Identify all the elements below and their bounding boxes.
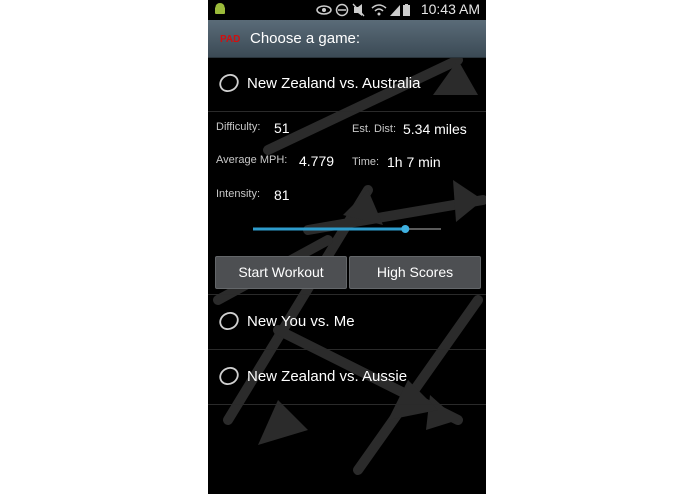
nfc-icon [335,3,349,17]
high-scores-button[interactable]: High Scores [349,256,481,289]
game-option-new-zealand-vs-australia[interactable]: New Zealand vs. Australia [208,57,486,112]
svg-text:PAD: PAD [220,34,240,44]
difficulty-value: 51 [274,120,290,136]
eye-icon [316,5,332,15]
phone-screen: 10:43 AM PAD Choose a game: New Zealand … [208,0,486,494]
intensity-value: 81 [274,187,290,203]
android-icon [215,3,225,14]
radio-circle-icon[interactable] [219,366,239,386]
slider-thumb[interactable] [401,225,410,233]
radio-circle-icon[interactable] [219,73,239,93]
app-logo: PAD [220,34,240,44]
difficulty-label: Difficulty: [216,121,261,133]
status-icons [316,3,410,17]
game-option-label: New Zealand vs. Aussie [247,368,408,385]
start-workout-button[interactable]: Start Workout [215,256,347,289]
game-option-label: New You vs. Me [247,313,355,330]
time-value: 1h 7 min [387,154,441,170]
mute-icon [352,3,365,17]
game-option-new-zealand-vs-aussie[interactable]: New Zealand vs. Aussie [208,350,486,405]
est-dist-value: 5.34 miles [403,121,467,137]
game-option-new-you-vs-me[interactable]: New You vs. Me [208,295,486,350]
intensity-slider[interactable] [253,221,441,237]
est-dist-label: Est. Dist: [352,123,397,135]
page-title: Choose a game: [250,30,361,47]
avg-mph-label: Average MPH: [216,154,288,166]
wifi-icon [371,4,387,16]
signal-icon [390,5,400,16]
title-bar: PAD Choose a game: [208,20,486,58]
status-time: 10:43 AM [420,1,480,17]
avg-mph-value: 4.779 [299,153,335,169]
intensity-label: Intensity: [216,188,261,200]
status-bar: 10:43 AM [208,0,486,20]
radio-circle-icon[interactable] [219,311,239,331]
battery-icon [403,4,410,16]
time-label: Time: [352,156,380,168]
game-option-label: New Zealand vs. Australia [247,75,421,92]
